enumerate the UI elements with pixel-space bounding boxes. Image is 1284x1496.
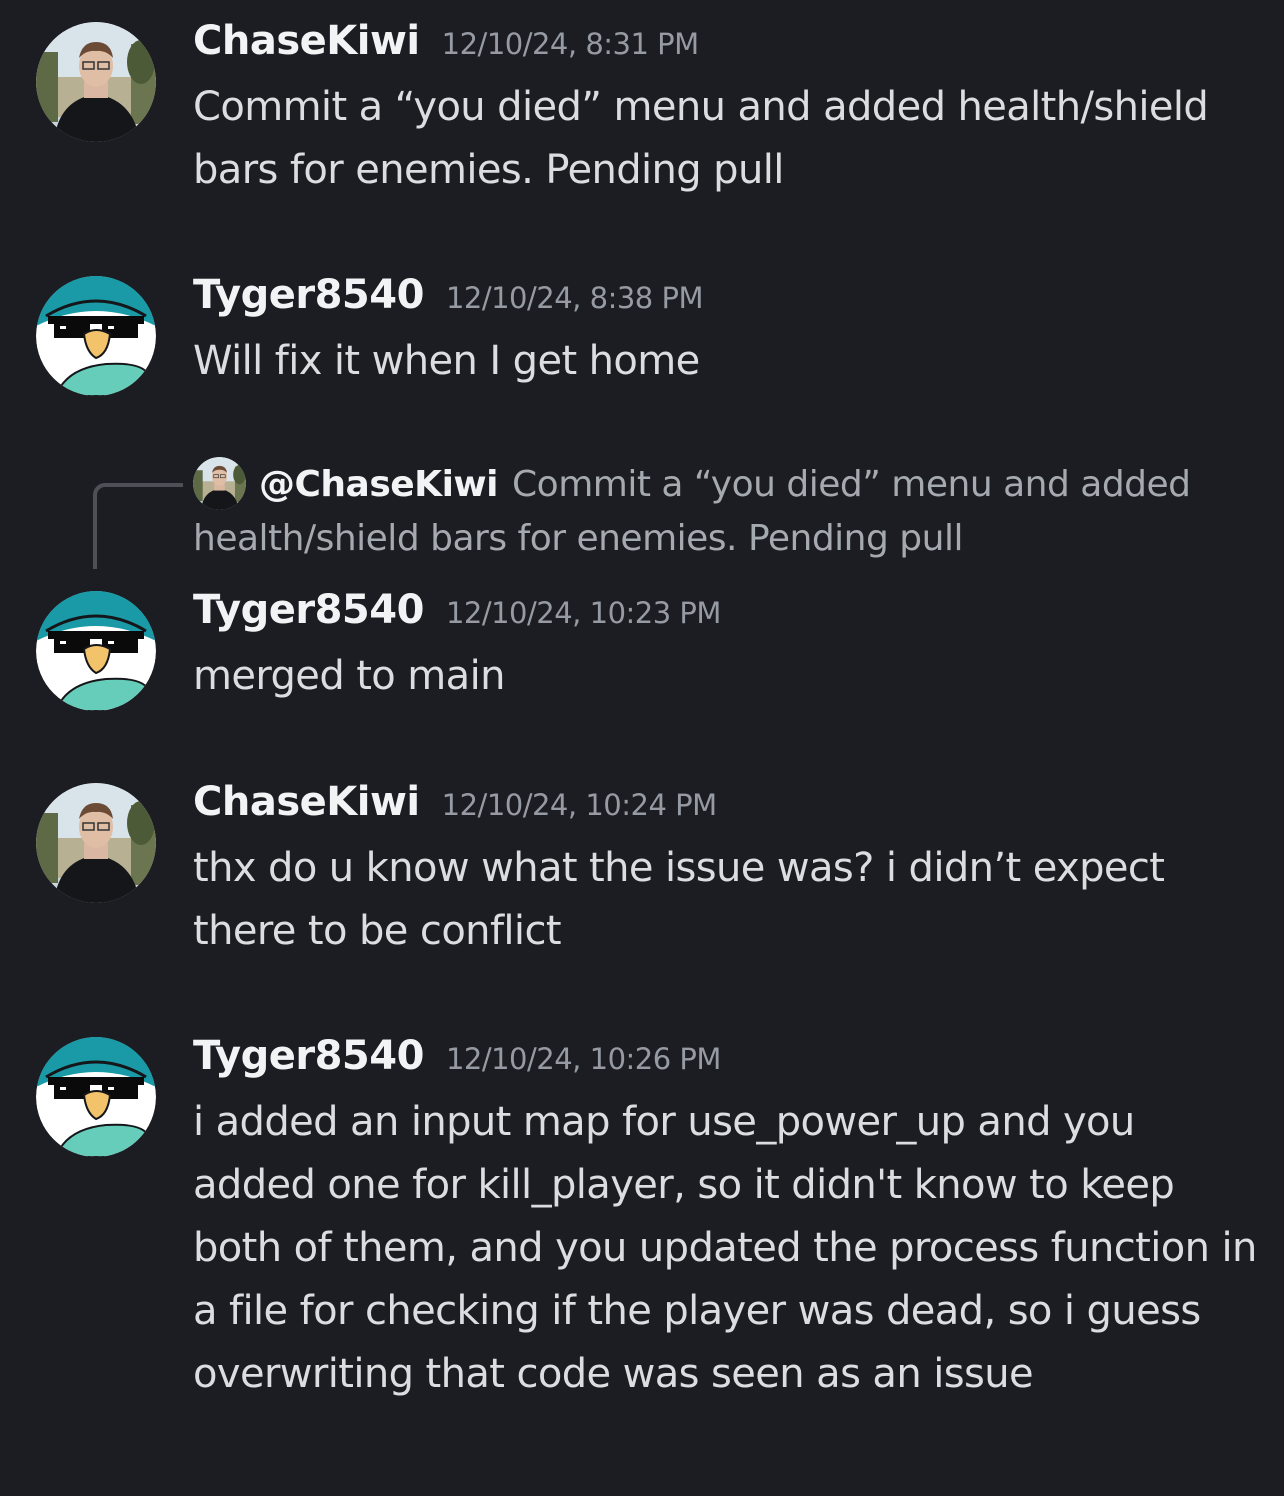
- timestamp: 12/10/24, 10:23 PM: [445, 596, 721, 630]
- message-header: Tyger8540 12/10/24, 10:26 PM: [193, 1033, 721, 1079]
- message-text: i added an input map for use_power_up an…: [193, 1099, 1257, 1397]
- username[interactable]: ChaseKiwi: [193, 18, 420, 64]
- chasekiwi-avatar[interactable]: [36, 22, 156, 142]
- message-text: thx do u know what the issue was? i didn…: [193, 845, 1165, 954]
- timestamp: 12/10/24, 8:31 PM: [441, 27, 700, 61]
- message-text: Will fix it when I get home: [193, 338, 700, 384]
- username[interactable]: Tyger8540: [193, 587, 424, 633]
- message-header: Tyger8540 12/10/24, 8:38 PM: [193, 272, 703, 318]
- message-text: Commit a “you died” menu and added healt…: [193, 84, 1209, 193]
- chasekiwi-avatar[interactable]: [36, 783, 156, 903]
- username[interactable]: ChaseKiwi: [193, 779, 420, 825]
- reply-mention[interactable]: @ChaseKiwi: [259, 464, 499, 505]
- message-header: ChaseKiwi 12/10/24, 8:31 PM: [193, 18, 699, 64]
- tyger-avatar[interactable]: [36, 276, 156, 396]
- username[interactable]: Tyger8540: [193, 272, 424, 318]
- timestamp: 12/10/24, 10:26 PM: [445, 1042, 721, 1076]
- tyger-avatar[interactable]: [36, 1037, 156, 1157]
- message-header: ChaseKiwi 12/10/24, 10:24 PM: [193, 779, 717, 825]
- username[interactable]: Tyger8540: [193, 1033, 424, 1079]
- tyger-avatar[interactable]: [36, 591, 156, 711]
- timestamp: 12/10/24, 8:38 PM: [445, 281, 704, 315]
- reply-spine: [93, 483, 183, 569]
- message-text: merged to main: [193, 653, 505, 699]
- reply-preview[interactable]: @ChaseKiwi Commit a “you died” menu and a…: [193, 458, 1203, 566]
- timestamp: 12/10/24, 10:24 PM: [441, 788, 717, 822]
- message-header: Tyger8540 12/10/24, 10:23 PM: [193, 587, 721, 633]
